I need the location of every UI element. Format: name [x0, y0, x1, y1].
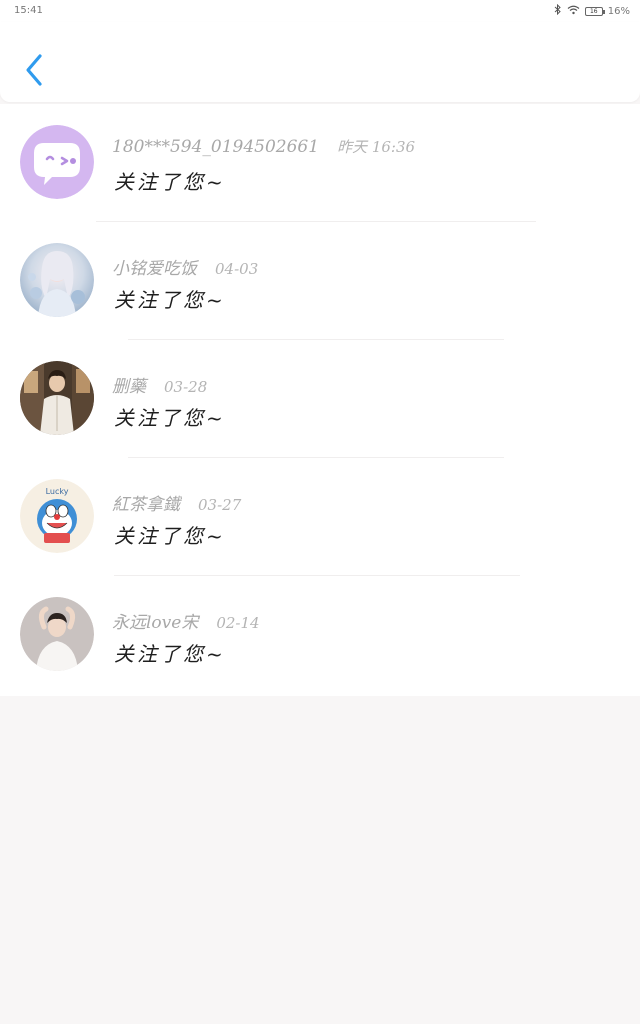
list-item[interactable]: 180***594_0194502661 昨天 16:36 关注了您~: [0, 104, 640, 222]
status-bar: 15:41 16 16%: [0, 0, 640, 22]
follow-message: 关注了您~: [114, 406, 226, 430]
follower-list: 180***594_0194502661 昨天 16:36 关注了您~ 小铭爱吃…: [0, 104, 640, 696]
follow-message: 关注了您~: [114, 170, 226, 194]
follower-meta: 永远love宋 02-14: [112, 608, 260, 633]
status-time: 15:41: [14, 5, 43, 16]
battery-percent: 16%: [607, 5, 630, 17]
follower-name[interactable]: 紅茶拿鐵: [112, 490, 180, 515]
follower-name[interactable]: 永远love宋: [112, 608, 198, 633]
list-item[interactable]: 删藥 03-28 关注了您~: [0, 340, 640, 458]
back-button[interactable]: [18, 50, 50, 90]
follower-name[interactable]: 180***594_0194502661: [112, 137, 319, 157]
list-item[interactable]: 永远love宋 02-14 关注了您~: [0, 576, 640, 694]
follow-time: 03-27: [198, 496, 242, 514]
status-icons: 16 16%: [554, 3, 630, 18]
follow-time: 03-28: [164, 378, 208, 396]
follow-message: 关注了您~: [114, 642, 226, 666]
follow-time: 02-14: [216, 614, 260, 632]
avatar[interactable]: [20, 361, 94, 435]
follow-message: 关注了您~: [114, 524, 226, 548]
follow-time: 昨天 16:36: [337, 138, 416, 156]
header: [0, 22, 640, 102]
avatar[interactable]: [20, 243, 94, 317]
follower-name[interactable]: 删藥: [112, 372, 146, 397]
battery-icon: 16: [584, 6, 605, 16]
avatar[interactable]: Lucky: [20, 479, 94, 553]
list-item[interactable]: 小铭爱吃饭 04-03 关注了您~: [0, 222, 640, 340]
wifi-icon: [567, 5, 580, 18]
avatar[interactable]: [20, 597, 94, 671]
follower-meta: 删藥 03-28: [112, 372, 208, 397]
follower-meta: 180***594_0194502661 昨天 16:36: [112, 136, 415, 158]
list-item[interactable]: Lucky 紅茶拿鐵 03-27 关注了您~: [0, 458, 640, 576]
follow-message: 关注了您~: [114, 288, 226, 312]
follower-meta: 紅茶拿鐵 03-27: [112, 490, 242, 515]
follower-name[interactable]: 小铭爱吃饭: [112, 254, 197, 279]
avatar[interactable]: [20, 125, 94, 199]
follower-meta: 小铭爱吃饭 04-03: [112, 254, 259, 279]
bluetooth-icon: [554, 3, 562, 18]
follow-time: 04-03: [215, 260, 259, 278]
lucky-label: Lucky: [46, 487, 69, 496]
chevron-left-icon: [26, 54, 42, 86]
